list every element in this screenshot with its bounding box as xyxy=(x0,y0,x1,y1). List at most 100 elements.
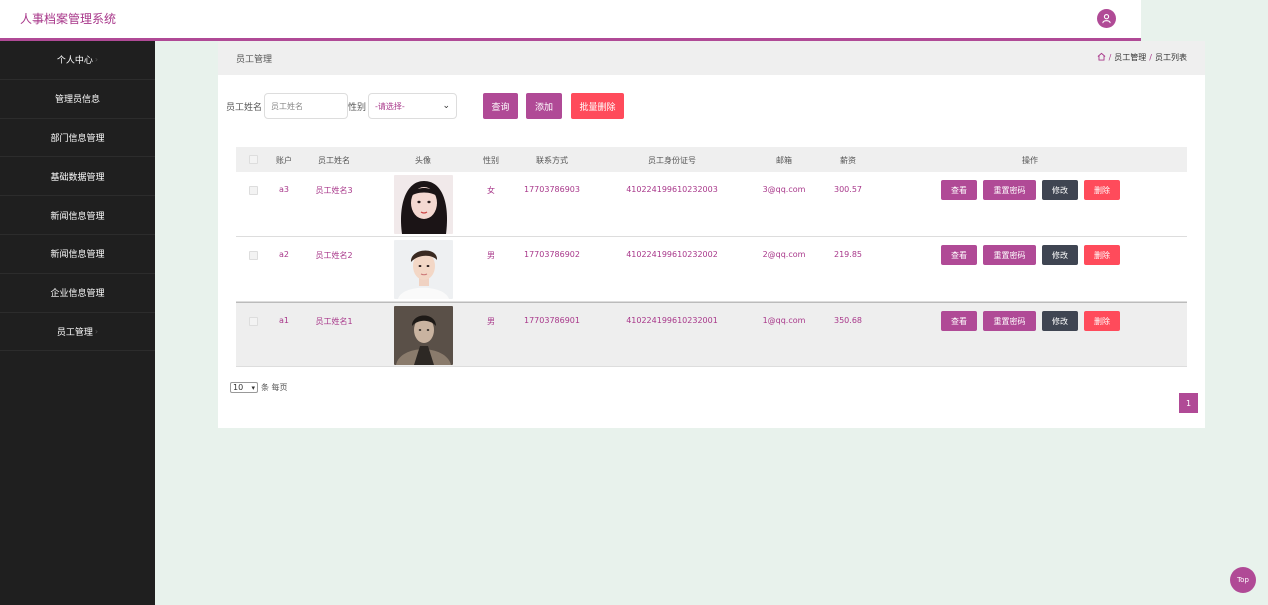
column-header: 员工身份证号 xyxy=(648,156,696,165)
user-icon[interactable] xyxy=(1097,9,1116,28)
sidebar: 个人中心 › 管理员信息 部门信息管理 基础数据管理 新闻信息管理 新闻信息管理 … xyxy=(0,41,155,605)
sidebar-item-label: 新闻信息管理 xyxy=(50,211,105,222)
name-search-input[interactable]: 员工姓名 xyxy=(264,93,349,119)
column-header: 邮箱 xyxy=(776,156,792,165)
select-all-checkbox[interactable] xyxy=(249,155,258,164)
sex-label: 性别 xyxy=(348,102,367,113)
breadcrumb-item: 员工列表 xyxy=(1155,53,1187,62)
delete-button[interactable]: 删除 xyxy=(1084,180,1120,200)
app-title: 人事档案管理系统 xyxy=(20,12,117,26)
chevron-down-icon: ▾ xyxy=(251,383,255,392)
edit-button[interactable]: 修改 xyxy=(1042,311,1078,331)
delete-button[interactable]: 删除 xyxy=(1084,311,1120,331)
row-checkbox[interactable] xyxy=(249,251,258,260)
sidebar-item-label: 个人中心 xyxy=(56,56,93,67)
sidebar-item-enterprise[interactable]: 企业信息管理 xyxy=(0,274,155,313)
sex-select[interactable]: -请选择- ⌄ xyxy=(368,93,458,119)
sidebar-item-news-1[interactable]: 新闻信息管理 xyxy=(0,196,155,235)
query-button[interactable]: 查询 xyxy=(483,93,518,119)
row-actions: 查看 重置密码 修改 删除 xyxy=(941,180,1120,200)
column-header: 性别 xyxy=(483,156,499,165)
top-header: 人事档案管理系统 xyxy=(0,0,1141,38)
name-cell: 员工姓名2 xyxy=(315,251,353,260)
phone-cell: 17703786901 xyxy=(524,316,580,325)
table-row: a1 员工姓名1 男 17703786901 41022419961023200… xyxy=(236,302,1187,367)
sidebar-item-label: 新闻信息管理 xyxy=(50,250,105,261)
table-header: 账户 员工姓名 头像 性别 联系方式 员工身份证号 邮箱 薪资 操作 xyxy=(236,147,1187,172)
name-cell: 员工姓名3 xyxy=(315,186,353,195)
column-header: 账户 xyxy=(276,156,292,165)
column-header: 员工姓名 xyxy=(318,156,350,165)
batch-delete-button[interactable]: 批量删除 xyxy=(571,93,624,119)
email-cell: 3@qq.com xyxy=(762,185,806,194)
chevron-icon: › xyxy=(94,326,99,336)
sidebar-item-label: 企业信息管理 xyxy=(50,289,105,300)
reset-password-button[interactable]: 重置密码 xyxy=(983,245,1036,265)
phone-cell: 17703786902 xyxy=(524,250,580,259)
page-number-button[interactable]: 1 xyxy=(1179,393,1198,413)
panel-header: 员工管理 / 员工管理 / 员工列表 xyxy=(218,41,1205,75)
page-size-control: 10 ▾ 条 每页 xyxy=(230,382,288,393)
sidebar-item-base-data[interactable]: 基础数据管理 xyxy=(0,157,155,197)
edit-button[interactable]: 修改 xyxy=(1042,180,1078,200)
column-header: 联系方式 xyxy=(536,156,568,165)
reset-password-button[interactable]: 重置密码 xyxy=(983,311,1036,331)
avatar xyxy=(394,240,453,299)
home-icon[interactable] xyxy=(1097,52,1106,63)
sidebar-item-employee[interactable]: 员工管理 › xyxy=(0,313,155,352)
page-size-label: 条 每页 xyxy=(261,383,288,392)
avatar xyxy=(394,306,453,365)
sidebar-item-personal-center[interactable]: 个人中心 › xyxy=(0,41,155,80)
chevron-icon: › xyxy=(94,55,99,65)
column-header: 操作 xyxy=(1022,156,1038,165)
search-bar: 员工姓名 员工姓名 性别 -请选择- ⌄ 查询 添加 批量删除 xyxy=(226,93,624,119)
view-button[interactable]: 查看 xyxy=(941,245,977,265)
breadcrumb-separator: / xyxy=(1149,53,1152,62)
table-row: a2 员工姓名2 男 17703786902 41022419961023200… xyxy=(236,237,1187,302)
sidebar-item-label: 基础数据管理 xyxy=(50,172,105,183)
row-actions: 查看 重置密码 修改 删除 xyxy=(941,245,1120,265)
row-checkbox[interactable] xyxy=(249,317,258,326)
name-label: 员工姓名 xyxy=(226,102,263,113)
sex-cell: 女 xyxy=(487,186,495,195)
column-header: 头像 xyxy=(415,156,431,165)
email-cell: 2@qq.com xyxy=(762,250,806,259)
view-button[interactable]: 查看 xyxy=(941,311,977,331)
back-to-top-button[interactable]: Top xyxy=(1230,567,1256,593)
sidebar-item-news-2[interactable]: 新闻信息管理 xyxy=(0,235,155,274)
sidebar-item-department[interactable]: 部门信息管理 xyxy=(0,119,155,158)
row-checkbox[interactable] xyxy=(249,186,258,195)
sidebar-item-admin-info[interactable]: 管理员信息 xyxy=(0,80,155,119)
id-card-cell: 410224199610232003 xyxy=(626,185,718,194)
main-panel: 员工管理 / 员工管理 / 员工列表 员工姓名 员工姓名 性别 -请选择- ⌄ … xyxy=(218,41,1205,428)
edit-button[interactable]: 修改 xyxy=(1042,245,1078,265)
sex-select-value: -请选择- xyxy=(375,101,405,111)
id-card-cell: 410224199610232002 xyxy=(626,250,718,259)
sex-cell: 男 xyxy=(487,317,495,326)
salary-cell: 219.85 xyxy=(834,250,862,259)
chevron-down-icon: ⌄ xyxy=(442,101,451,111)
avatar xyxy=(394,175,453,234)
employee-table: 账户 员工姓名 头像 性别 联系方式 员工身份证号 邮箱 薪资 操作 a3 员工… xyxy=(236,147,1187,367)
salary-cell: 300.57 xyxy=(834,185,862,194)
reset-password-button[interactable]: 重置密码 xyxy=(983,180,1036,200)
row-actions: 查看 重置密码 修改 删除 xyxy=(941,311,1120,331)
breadcrumb: / 员工管理 / 员工列表 xyxy=(1097,52,1187,63)
account-cell: a3 xyxy=(279,185,289,194)
page-size-value: 10 xyxy=(233,383,244,392)
breadcrumb-item[interactable]: 员工管理 xyxy=(1114,52,1146,63)
id-card-cell: 410224199610232001 xyxy=(626,316,718,325)
breadcrumb-separator: / xyxy=(1108,53,1112,62)
delete-button[interactable]: 删除 xyxy=(1084,245,1120,265)
sidebar-item-label: 部门信息管理 xyxy=(50,133,105,144)
add-button[interactable]: 添加 xyxy=(526,93,562,119)
table-row: a3 员工姓名3 女 17703786903 41022419961023200… xyxy=(236,172,1187,237)
email-cell: 1@qq.com xyxy=(762,316,806,325)
account-cell: a2 xyxy=(279,250,289,259)
sidebar-item-label: 员工管理 xyxy=(56,327,93,338)
sex-cell: 男 xyxy=(487,251,495,260)
page-size-select[interactable]: 10 ▾ xyxy=(230,382,258,393)
view-button[interactable]: 查看 xyxy=(941,180,977,200)
salary-cell: 350.68 xyxy=(834,316,862,325)
page-title: 员工管理 xyxy=(236,55,273,65)
